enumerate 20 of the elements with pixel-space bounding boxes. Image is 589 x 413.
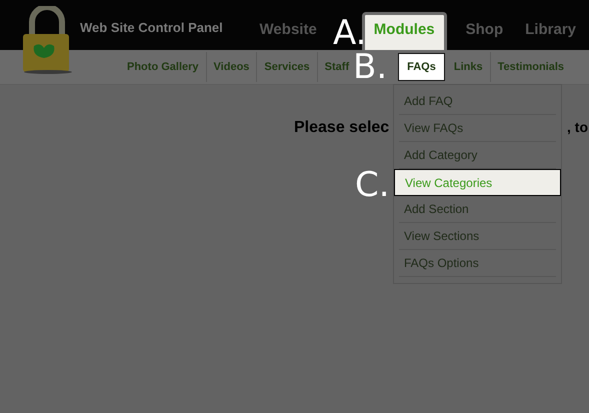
sub-nav-tab[interactable]: Videos <box>206 54 256 80</box>
menu-item[interactable]: FAQs Options <box>399 250 556 277</box>
annotation-label: C. <box>355 168 390 202</box>
menu-item[interactable]: View Categories <box>394 169 561 196</box>
menu-item[interactable]: View FAQs <box>399 115 556 142</box>
top-nav-tab[interactable]: Shop <box>456 12 512 50</box>
sub-nav-tab[interactable]: Links <box>446 54 490 80</box>
menu-item[interactable]: Add FAQ <box>399 88 556 115</box>
top-nav-tab[interactable]: Modules <box>362 12 447 50</box>
sub-nav-tab[interactable]: FAQs <box>398 53 445 81</box>
sub-nav-tab[interactable]: Photo Gallery <box>120 54 206 80</box>
top-nav-tab[interactable]: Website <box>250 12 326 50</box>
menu-item[interactable]: Add Section <box>399 196 556 223</box>
page-heading: Please selec <box>294 119 390 137</box>
site-title: Web Site Control Panel <box>80 20 224 37</box>
menu-item[interactable]: View Sections <box>399 223 556 250</box>
sub-nav-tab[interactable]: Services <box>257 54 317 80</box>
page-heading: , to <box>567 119 588 135</box>
sub-nav-tab[interactable]: Testimonials <box>490 54 572 80</box>
top-nav-tab[interactable]: Library <box>516 12 585 50</box>
